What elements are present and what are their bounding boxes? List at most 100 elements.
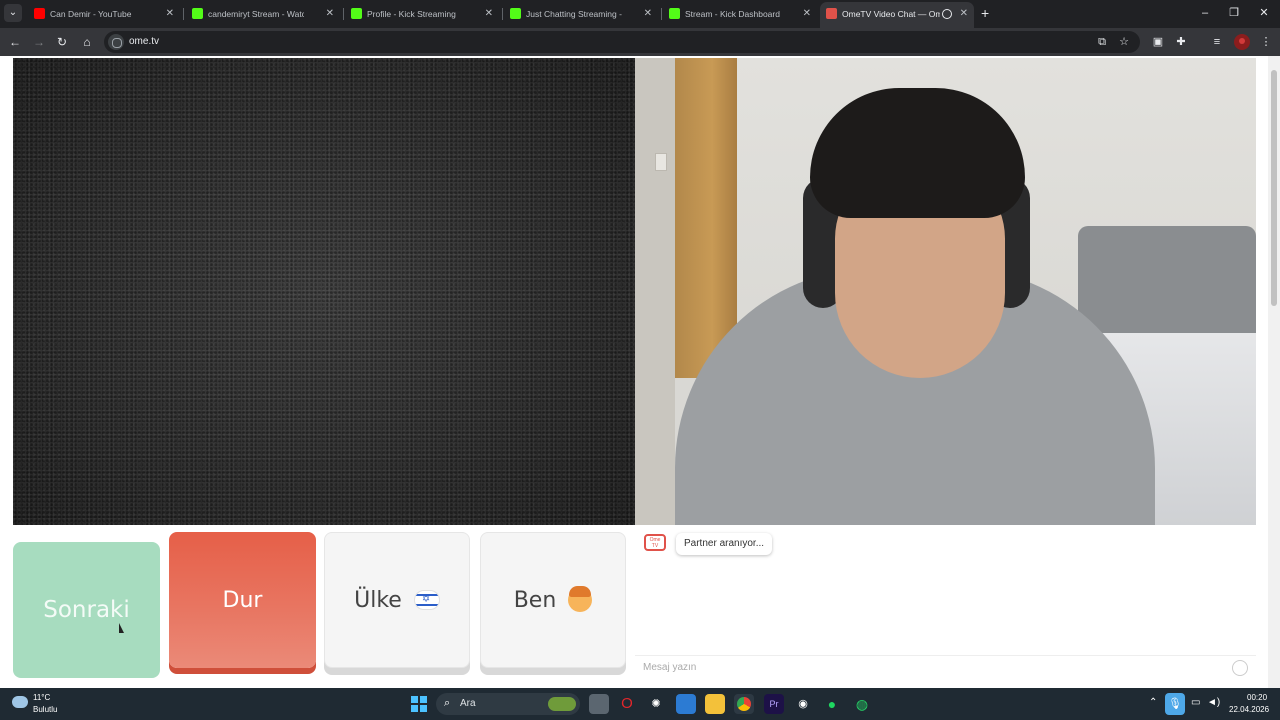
kick-icon (192, 8, 203, 19)
tab-ometv[interactable]: OmeTV Video Chat — Ome ✕ (820, 2, 974, 28)
tab-title: candemiryt Stream - Watch Live (208, 9, 304, 19)
whatsapp-icon[interactable]: ◍ (852, 694, 872, 714)
taskbar-time[interactable]: 00:20 (1247, 693, 1267, 702)
tab-title: Stream - Kick Dashboard (685, 9, 780, 19)
status-message: Partner aranıyor... (676, 533, 773, 555)
next-button-label: Sonraki (43, 597, 130, 623)
camera-wall (635, 58, 675, 525)
site-info-icon[interactable] (108, 34, 124, 50)
address-bar[interactable]: ome.tv (104, 31, 1140, 53)
tab-close-icon[interactable]: ✕ (485, 2, 493, 26)
weather-description[interactable]: Bulutlu (33, 705, 57, 714)
tab-title: Just Chatting Streaming - Live S (526, 9, 622, 19)
boy-emoji-icon (568, 586, 593, 612)
search-highlight-icon (548, 697, 576, 711)
recording-icon (942, 9, 952, 19)
steam-icon[interactable]: ◉ (793, 694, 813, 714)
taskbar-search[interactable]: ⌕ Ara (436, 693, 580, 715)
cloud-weather-icon[interactable] (12, 696, 28, 708)
tab-close-icon[interactable]: ✕ (644, 2, 652, 26)
kick-icon (510, 8, 521, 19)
stop-button[interactable]: Dur (169, 532, 316, 668)
israel-flag-icon (413, 590, 440, 610)
tab-title: Can Demir - YouTube (50, 9, 132, 19)
tab-close-icon[interactable]: ✕ (803, 2, 811, 26)
microphone-icon[interactable]: 🎙 (1165, 693, 1185, 715)
tab-candemiryt-stream[interactable]: candemiryt Stream - Watch Live ✕ (186, 2, 340, 28)
opera-icon[interactable]: O (617, 694, 637, 714)
tray-overflow-icon[interactable]: ⌃ (1149, 697, 1157, 708)
message-input[interactable]: Mesaj yazın (635, 655, 1256, 679)
photos-icon[interactable] (676, 694, 696, 714)
tab-close-icon[interactable]: ✕ (326, 2, 334, 26)
weather-temperature[interactable]: 11°C (33, 693, 50, 702)
me-button-label: Ben (513, 587, 557, 613)
partner-video (13, 58, 635, 525)
kick-icon (669, 8, 680, 19)
premiere-pro-icon[interactable]: Pr (764, 694, 784, 714)
self-camera-video (635, 58, 1256, 525)
kick-icon (351, 8, 362, 19)
media-control-icon[interactable]: ≡ (1209, 34, 1225, 50)
chat-panel: Ome TV Partner aranıyor... Mesaj yazın (635, 525, 1256, 680)
browser-menu-icon[interactable]: ⋮ (1258, 34, 1274, 50)
tab-just-chatting[interactable]: Just Chatting Streaming - Live S ✕ (504, 2, 658, 28)
tab-close-icon[interactable]: ✕ (960, 2, 968, 26)
windows-start-icon[interactable] (411, 696, 427, 712)
display-icon[interactable]: ▭ (1191, 697, 1200, 708)
bookmark-star-icon[interactable]: ☆ (1116, 34, 1132, 50)
browser-toolbar: ← → ↻ ⌂ ome.tv ⧉ ☆ ▣ ✚ ≡ ⋮ (0, 28, 1280, 56)
country-button-label: Ülke (354, 587, 402, 613)
volume-icon[interactable]: ◄) (1207, 697, 1220, 708)
maximize-button[interactable]: ❐ (1226, 4, 1242, 22)
home-button[interactable]: ⌂ (78, 33, 96, 51)
tab-close-icon[interactable]: ✕ (166, 2, 174, 26)
tab-kick-dashboard[interactable]: Stream - Kick Dashboard ✕ (663, 2, 817, 28)
extensions-puzzle-icon[interactable]: ✚ (1173, 34, 1189, 50)
tab-separator (502, 8, 503, 20)
extension-badge-icon[interactable]: ▣ (1150, 34, 1166, 50)
chrome-icon[interactable] (734, 694, 754, 714)
emoji-picker-icon[interactable] (1232, 660, 1248, 676)
back-button[interactable]: ← (6, 33, 24, 51)
search-placeholder: Ara (460, 698, 476, 709)
tab-search-button[interactable]: ⌄ (4, 4, 22, 22)
tab-separator (343, 8, 344, 20)
tab-title: OmeTV Video Chat — Ome (842, 9, 940, 19)
new-tab-button[interactable]: + (981, 5, 995, 21)
tab-separator (661, 8, 662, 20)
task-view-icon[interactable] (589, 694, 609, 714)
tab-kick-profile[interactable]: Profile - Kick Streaming ✕ (345, 2, 499, 28)
camera-light-switch (655, 153, 667, 171)
file-explorer-icon[interactable] (705, 694, 725, 714)
tab-youtube[interactable]: Can Demir - YouTube ✕ (28, 2, 180, 28)
page-scrollbar[interactable] (1268, 56, 1280, 688)
chatgpt-icon[interactable]: ✺ (646, 694, 666, 714)
windows-taskbar: 11°C Bulutlu ⌕ Ara O ✺ Pr ◉ ● ◍ ⌃ 🎙 ▭ ◄)… (0, 688, 1280, 720)
reload-button[interactable]: ↻ (53, 33, 71, 51)
me-button[interactable]: Ben (480, 532, 626, 668)
minimize-button[interactable]: – (1197, 4, 1213, 22)
mouse-cursor-icon (119, 623, 124, 633)
install-app-icon[interactable]: ⧉ (1094, 34, 1110, 50)
ometv-logo: Ome TV (644, 534, 666, 551)
url-text[interactable]: ome.tv (129, 31, 159, 53)
forward-button[interactable]: → (30, 33, 48, 51)
tab-separator (183, 8, 184, 20)
profile-avatar[interactable] (1234, 34, 1250, 50)
spotify-icon[interactable]: ● (822, 694, 842, 714)
scrollbar-thumb[interactable] (1271, 70, 1277, 306)
search-icon: ⌕ (444, 697, 451, 709)
next-button[interactable]: Sonraki (13, 542, 160, 678)
ometv-page: Sonraki Dur Ülke Ben Ome TV Partner aran… (0, 56, 1280, 688)
taskbar-date[interactable]: 22.04.2026 (1229, 705, 1269, 714)
youtube-icon (34, 8, 45, 19)
stop-button-label: Dur (222, 587, 263, 613)
camera-door (675, 58, 737, 378)
message-placeholder: Mesaj yazın (643, 662, 697, 673)
tab-title: Profile - Kick Streaming (367, 9, 456, 19)
country-button[interactable]: Ülke (324, 532, 470, 668)
ometv-icon (826, 8, 837, 19)
close-window-button[interactable]: ✕ (1256, 4, 1272, 22)
tab-strip: ⌄ Can Demir - YouTube ✕ candemiryt Strea… (0, 0, 1280, 28)
